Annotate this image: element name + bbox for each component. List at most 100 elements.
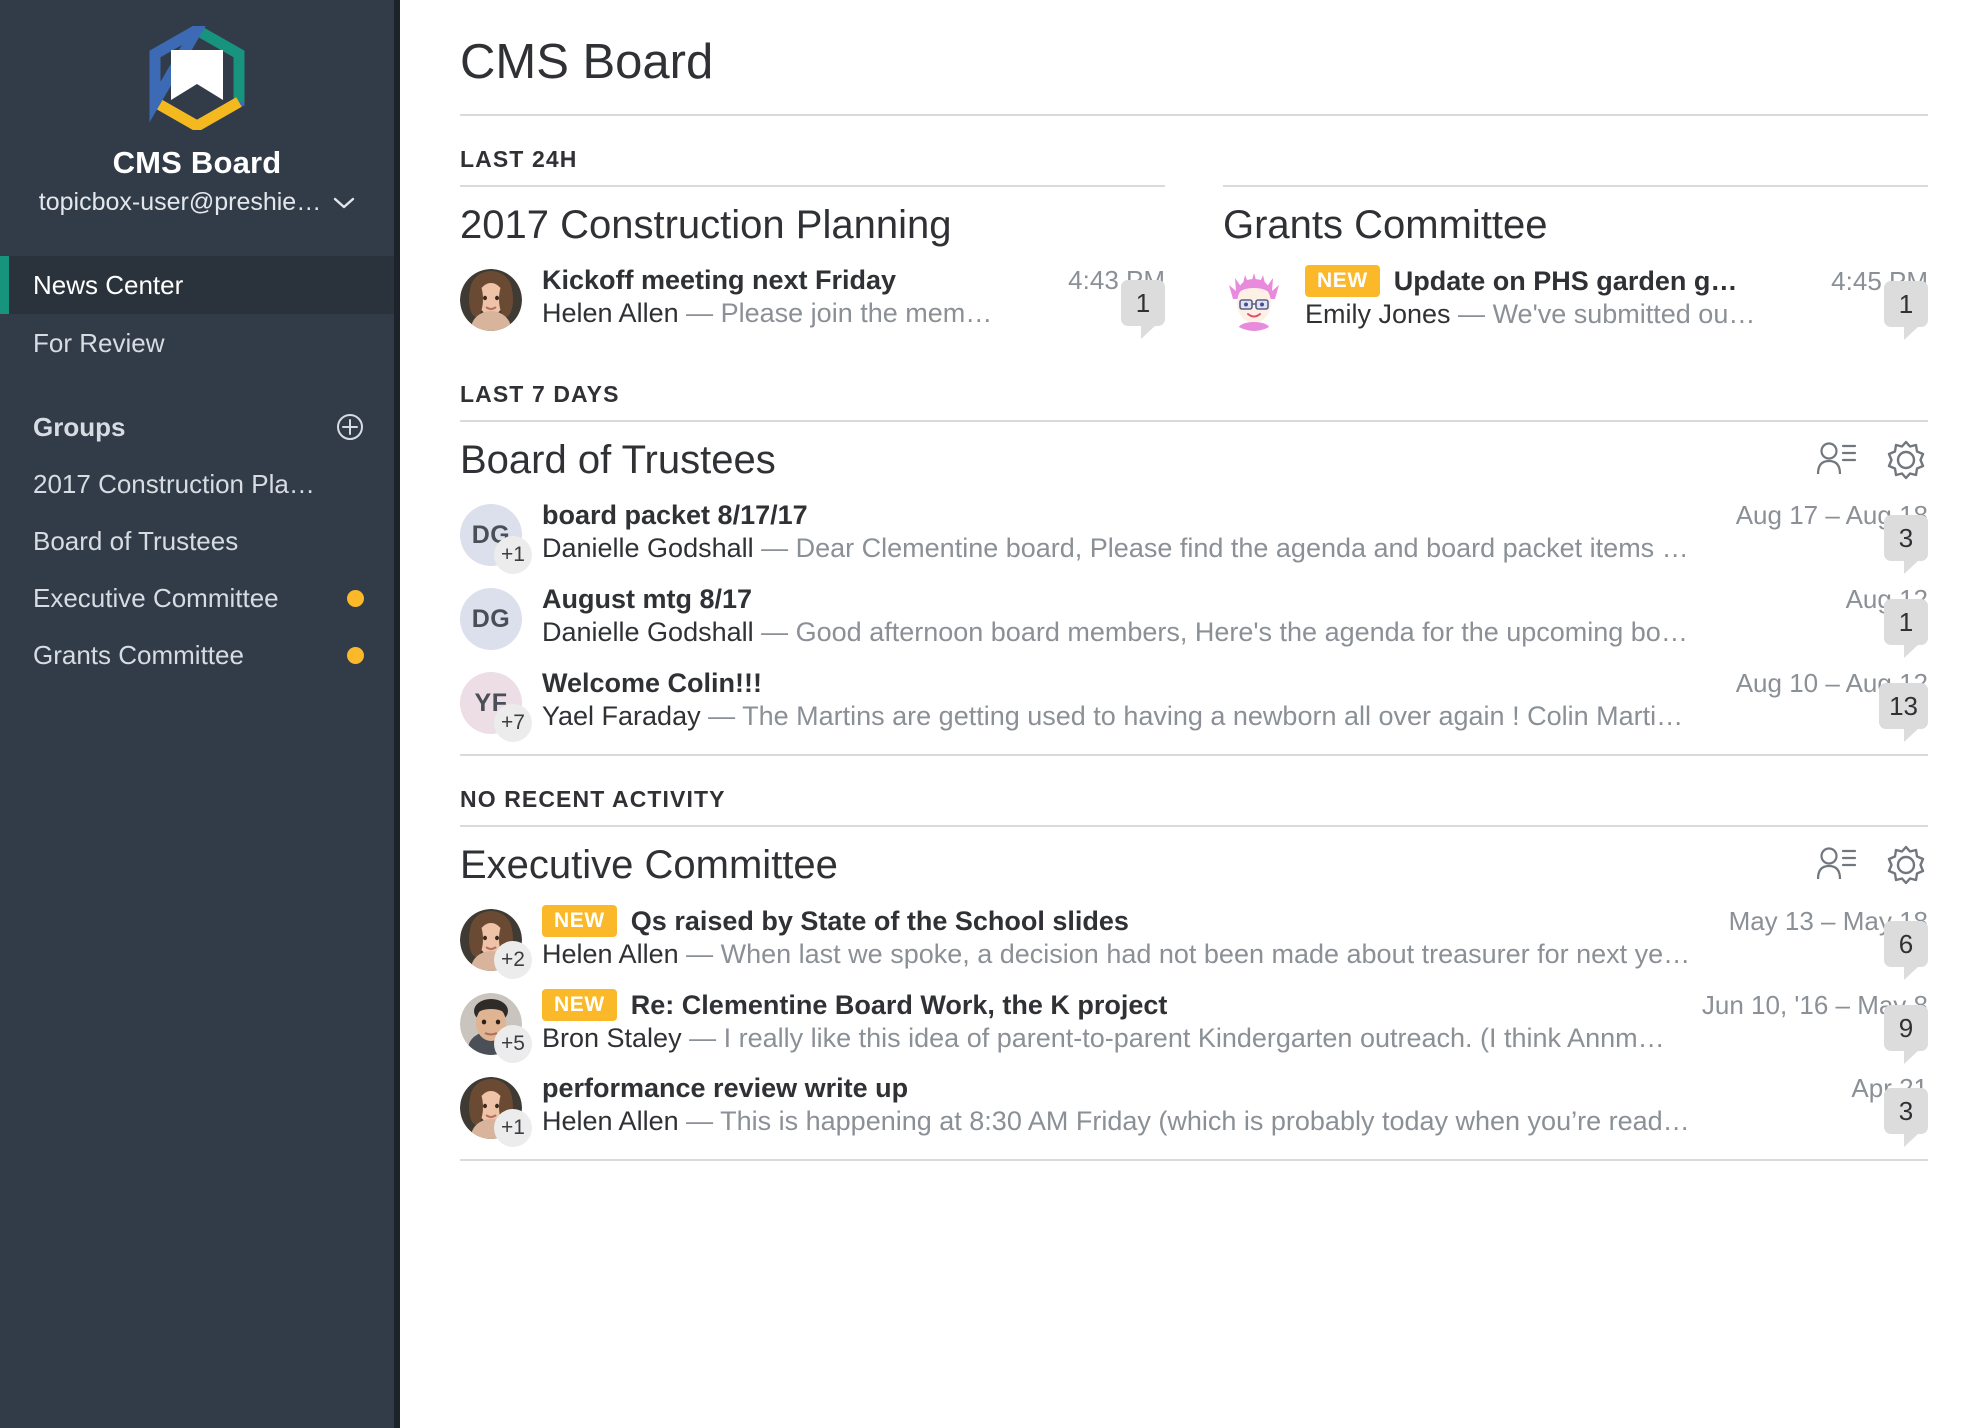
new-badge: NEW bbox=[542, 905, 617, 938]
thread-subject: Welcome Colin!!! bbox=[542, 668, 763, 699]
thread-row[interactable]: +2 NEW Qs raised by State of the School … bbox=[460, 897, 1928, 981]
message-count-badge: 3 bbox=[1884, 515, 1928, 575]
thread-body: Welcome Colin!!! Aug 10 – Aug 12 Yael Fa… bbox=[542, 668, 1928, 743]
account-switcher[interactable]: topicbox-user@preshie… bbox=[0, 187, 394, 218]
thread-body: NEW Qs raised by State of the School sli… bbox=[542, 905, 1928, 981]
message-count-badge: 1 bbox=[1884, 599, 1928, 659]
thread-line-primary: Kickoff meeting next Friday 4:43 PM bbox=[542, 265, 1165, 296]
sidebar-group-label: Grants Committee bbox=[33, 640, 244, 671]
thread-list: DG +1 board packet 8/17/17 Aug 17 – Aug … bbox=[460, 492, 1928, 754]
new-badge: NEW bbox=[1305, 265, 1380, 298]
group-block-grants-committee: Grants Committee NEW Update on PHS garde… bbox=[1223, 185, 1928, 351]
page-title: CMS Board bbox=[460, 26, 1928, 117]
group-title[interactable]: Grants Committee bbox=[1223, 201, 1548, 249]
groups-label: Groups bbox=[33, 411, 126, 442]
avatar: +1 bbox=[460, 1077, 532, 1148]
thread-snippet: Helen Allen — Please join the mem… bbox=[542, 298, 993, 329]
thread-body: board packet 8/17/17 Aug 17 – Aug 18 Dan… bbox=[542, 500, 1928, 575]
extra-participants-badge: +1 bbox=[494, 536, 532, 575]
avatar: DG bbox=[460, 588, 522, 651]
thread-line-secondary: Danielle Godshall — Good afternoon board… bbox=[542, 599, 1928, 659]
unread-dot bbox=[347, 647, 364, 665]
gear-icon[interactable] bbox=[1884, 843, 1928, 887]
avatar: YF +7 bbox=[460, 672, 532, 743]
new-badge: NEW bbox=[542, 989, 617, 1022]
thread-author: Bron Staley bbox=[542, 1023, 682, 1054]
gear-icon[interactable] bbox=[1884, 438, 1928, 482]
extra-participants-badge: +5 bbox=[494, 1025, 532, 1064]
cartoon-avatar-icon bbox=[1223, 269, 1285, 332]
sidebar-group-grants-committee[interactable]: Grants Committee bbox=[0, 627, 394, 684]
sidebar-group-label: 2017 Construction Pla… bbox=[33, 469, 315, 500]
thread-body: NEW Re: Clementine Board Work, the K pro… bbox=[542, 989, 1928, 1065]
app-root: CMS Board topicbox-user@preshie… News Ce… bbox=[0, 0, 1988, 1428]
thread-row[interactable]: +5 NEW Re: Clementine Board Work, the K … bbox=[460, 981, 1928, 1065]
thread-row[interactable]: DG August mtg 8/17 Aug 12 Danielle Godsh… bbox=[460, 576, 1928, 660]
thread-line-secondary: Helen Allen — Please join the mem… 1 bbox=[542, 280, 1165, 340]
thread-author: Danielle Godshall bbox=[542, 533, 754, 564]
thread-snippet: Helen Allen — This is happening at 8:30 … bbox=[542, 1106, 1690, 1137]
sidebar-item-label: For Review bbox=[33, 327, 165, 358]
group-block-2017-construction-planning: 2017 Construction Planning Kickoff meeti… bbox=[460, 185, 1165, 351]
group-title[interactable]: Board of Trustees bbox=[460, 436, 776, 484]
message-count-badge: 13 bbox=[1879, 683, 1928, 743]
group-title[interactable]: 2017 Construction Planning bbox=[460, 201, 951, 249]
thread-line-primary: NEW Re: Clementine Board Work, the K pro… bbox=[542, 989, 1928, 1022]
thread-line-secondary: Helen Allen — This is happening at 8:30 … bbox=[542, 1088, 1928, 1148]
message-count-badge: 1 bbox=[1121, 280, 1165, 340]
avatar bbox=[1223, 269, 1285, 332]
groups-list: 2017 Construction Pla… Board of Trustees… bbox=[0, 456, 394, 684]
thread-body: Kickoff meeting next Friday 4:43 PM Hele… bbox=[542, 265, 1165, 340]
brand-block: CMS Board topicbox-user@preshie… bbox=[0, 0, 394, 242]
sidebar-group-executive-committee[interactable]: Executive Committee bbox=[0, 570, 394, 627]
group-block-board-of-trustees: Board of Trustees DG +1 board packet 8/1… bbox=[460, 420, 1928, 757]
group-actions bbox=[1814, 843, 1928, 887]
group-header: Grants Committee bbox=[1223, 191, 1928, 257]
thread-row[interactable]: NEW Update on PHS garden g… 4:45 PM Emil… bbox=[1223, 257, 1928, 341]
sidebar-item-news-center[interactable]: News Center bbox=[0, 256, 394, 315]
sidebar-group-board-of-trustees[interactable]: Board of Trustees bbox=[0, 513, 394, 570]
thread-row[interactable]: YF +7 Welcome Colin!!! Aug 10 – Aug 12 Y… bbox=[460, 660, 1928, 744]
thread-row[interactable]: DG +1 board packet 8/17/17 Aug 17 – Aug … bbox=[460, 492, 1928, 576]
thread-subject: performance review write up bbox=[542, 1073, 909, 1104]
initials-avatar: DG bbox=[460, 588, 522, 651]
groups-section-header: Groups bbox=[0, 398, 394, 456]
sidebar-group-2017-construction-planning[interactable]: 2017 Construction Pla… bbox=[0, 456, 394, 513]
thread-subject: Re: Clementine Board Work, the K project bbox=[630, 989, 1168, 1020]
plus-circle-icon[interactable] bbox=[336, 413, 364, 441]
thread-body: performance review write up Apr 21 Helen… bbox=[542, 1073, 1928, 1148]
thread-line-secondary: Emily Jones — We've submitted ou… 1 bbox=[1305, 281, 1928, 341]
sidebar-item-for-review[interactable]: For Review bbox=[0, 314, 394, 372]
thread-author: Yael Faraday bbox=[542, 701, 701, 732]
thread-author: Emily Jones bbox=[1305, 299, 1451, 330]
thread-body: August mtg 8/17 Aug 12 Danielle Godshall… bbox=[542, 584, 1928, 659]
thread-preview: When last we spoke, a decision had not b… bbox=[720, 939, 1691, 970]
thread-author: Helen Allen bbox=[542, 298, 679, 329]
avatar: +2 bbox=[460, 909, 532, 980]
thread-line-primary: NEW Qs raised by State of the School sli… bbox=[542, 905, 1928, 938]
group-header: 2017 Construction Planning bbox=[460, 191, 1165, 257]
thread-author: Helen Allen bbox=[542, 1106, 679, 1137]
sidebar-group-label: Board of Trustees bbox=[33, 526, 239, 557]
chevron-down-icon bbox=[334, 197, 355, 209]
group-title[interactable]: Executive Committee bbox=[460, 841, 838, 889]
thread-snippet: Danielle Godshall — Dear Clementine boar… bbox=[542, 533, 1689, 564]
extra-participants-badge: +2 bbox=[494, 941, 532, 980]
thread-row[interactable]: +1 performance review write up Apr 21 He… bbox=[460, 1065, 1928, 1149]
thread-preview: Please join the mem… bbox=[720, 298, 993, 329]
section-label-last-24h: LAST 24H bbox=[460, 146, 578, 173]
group-header: Executive Committee bbox=[460, 831, 1928, 897]
members-icon[interactable] bbox=[1814, 843, 1858, 887]
thread-row[interactable]: Kickoff meeting next Friday 4:43 PM Hele… bbox=[460, 257, 1165, 341]
main-content: CMS Board LAST 24H 2017 Construction Pla… bbox=[400, 0, 1988, 1428]
group-block-executive-committee: Executive Committee +2 NEW Qs raised by … bbox=[460, 825, 1928, 1162]
thread-snippet: Yael Faraday — The Martins are getting u… bbox=[542, 701, 1684, 732]
sidebar-item-label: News Center bbox=[33, 269, 184, 300]
thread-preview: Good afternoon board members, Here's the… bbox=[795, 617, 1688, 648]
thread-subject: Update on PHS garden g… bbox=[1393, 265, 1738, 296]
thread-body: NEW Update on PHS garden g… 4:45 PM Emil… bbox=[1305, 265, 1928, 341]
members-icon[interactable] bbox=[1814, 438, 1858, 482]
primary-nav: News Center For Review bbox=[0, 256, 394, 372]
extra-participants-badge: +7 bbox=[494, 704, 532, 743]
thread-line-secondary: Yael Faraday — The Martins are getting u… bbox=[542, 683, 1928, 743]
